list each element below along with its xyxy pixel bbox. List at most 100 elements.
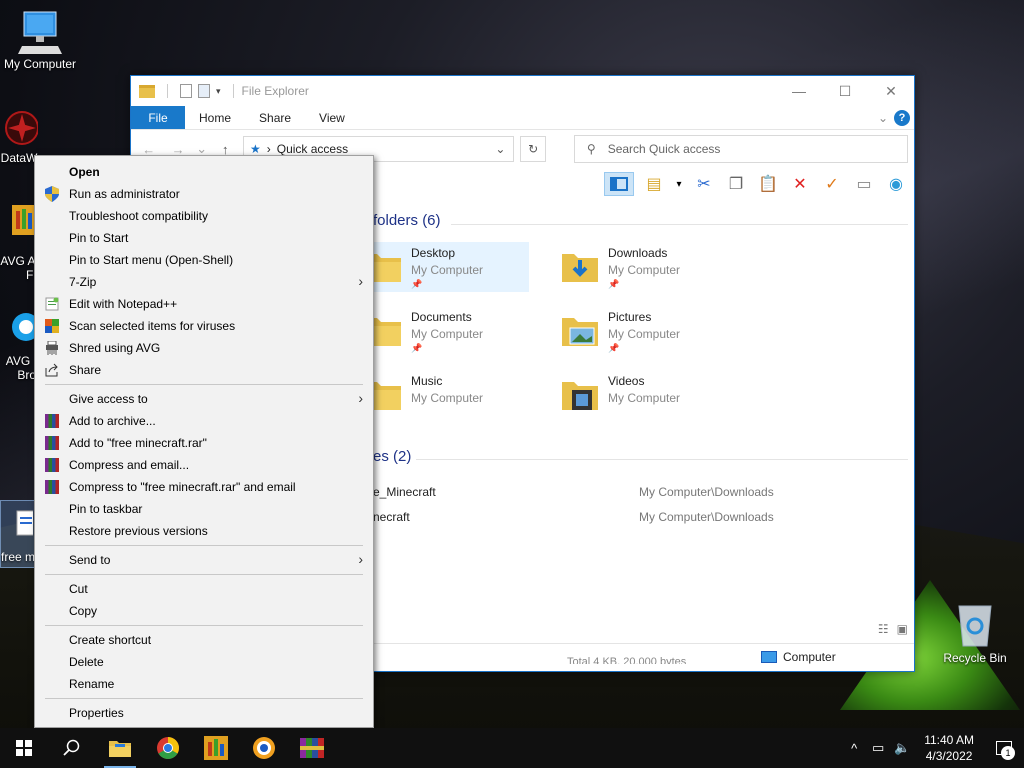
- large-icons-view-icon[interactable]: ▣: [897, 622, 908, 636]
- menu-item-notepad-plus[interactable]: Edit with Notepad++: [35, 293, 373, 315]
- checkmark-icon[interactable]: ✓: [820, 172, 844, 196]
- globe-icon[interactable]: ◉: [884, 172, 908, 196]
- menu-item-scan-viruses[interactable]: Scan selected items for viruses: [35, 315, 373, 337]
- desktop-icon-label: My Computer: [3, 57, 77, 71]
- menu-item-open[interactable]: Open: [35, 161, 373, 183]
- clock[interactable]: 11:40 AM 4/3/2022: [914, 732, 984, 764]
- properties-toolbar-icon[interactable]: ▤: [642, 172, 666, 196]
- taskbar-winrar[interactable]: [288, 728, 336, 768]
- menu-item-create-shortcut[interactable]: Create shortcut: [35, 629, 373, 651]
- menu-item-pin-open-shell[interactable]: Pin to Start menu (Open-Shell): [35, 249, 373, 271]
- menu-item-troubleshoot[interactable]: Troubleshoot compatibility: [35, 205, 373, 227]
- recent-file-path: My Computer\Downloads: [639, 485, 774, 499]
- menu-item-rename[interactable]: Rename: [35, 673, 373, 695]
- start-button[interactable]: [0, 728, 48, 768]
- breadcrumb[interactable]: Quick access: [277, 142, 348, 156]
- winrar-icon: [35, 414, 69, 428]
- taskbar-avg[interactable]: [192, 728, 240, 768]
- recent-file-name[interactable]: e_Minecraft: [373, 485, 436, 499]
- copy-icon[interactable]: ❐: [724, 172, 748, 196]
- search-button[interactable]: [48, 728, 96, 768]
- search-input[interactable]: ⚲ Search Quick access: [573, 135, 909, 163]
- toolbar-dropdown-icon[interactable]: ▾: [674, 172, 684, 196]
- minimize-button[interactable]: —: [776, 76, 822, 106]
- menu-item-properties[interactable]: Properties: [35, 702, 373, 724]
- address-dropdown-icon[interactable]: ⌄: [495, 142, 513, 156]
- cut-icon[interactable]: ✂: [692, 172, 716, 196]
- menu-item-copy[interactable]: Copy: [35, 600, 373, 622]
- folder-desktop[interactable]: Desktop My Computer 📌: [359, 242, 529, 292]
- close-button[interactable]: ✕: [868, 76, 914, 106]
- menu-item-compress-rar-email[interactable]: Compress to "free minecraft.rar" and ema…: [35, 476, 373, 498]
- menu-item-restore-versions[interactable]: Restore previous versions: [35, 520, 373, 542]
- taskbar-avg-browser[interactable]: [240, 728, 288, 768]
- preview-pane-icon[interactable]: [604, 172, 634, 196]
- desktop-icon-dataw[interactable]: DataW: [0, 108, 39, 165]
- menu-item-7zip[interactable]: 7-Zip ›: [35, 271, 373, 293]
- folder-pictures[interactable]: Pictures My Computer 📌: [556, 306, 726, 356]
- folder-name: Documents: [411, 310, 472, 324]
- folder-downloads[interactable]: Downloads My Computer 📌: [556, 242, 726, 292]
- chevron-up-icon[interactable]: ^: [842, 741, 866, 756]
- menu-item-add-to-archive[interactable]: Add to archive...: [35, 410, 373, 432]
- submenu-arrow-icon: ›: [358, 551, 363, 567]
- tab-share[interactable]: Share: [245, 106, 305, 129]
- menu-item-pin-taskbar[interactable]: Pin to taskbar: [35, 498, 373, 520]
- menu-item-add-to-rar[interactable]: Add to "free minecraft.rar": [35, 432, 373, 454]
- network-icon[interactable]: ▭: [866, 740, 890, 756]
- rename-icon[interactable]: ▭: [852, 172, 876, 196]
- frequent-folders-header[interactable]: folders (6): [373, 212, 441, 229]
- expand-ribbon-icon[interactable]: ⌄: [878, 111, 888, 125]
- menu-item-send-to[interactable]: Send to ›: [35, 549, 373, 571]
- pictures-folder-icon: [560, 310, 600, 350]
- desktop-icon-label: Recycle Bin: [943, 651, 1007, 665]
- folder-location: My Computer: [608, 263, 681, 277]
- desktop-icon-free-minecraft[interactable]: free m: [0, 500, 36, 568]
- menu-item-share[interactable]: Share: [35, 359, 373, 381]
- folder-location: My Computer: [411, 327, 484, 341]
- paste-icon[interactable]: 📋: [756, 172, 780, 196]
- folder-videos[interactable]: Videos My Computer: [556, 370, 726, 420]
- folder-location: My Computer: [411, 391, 484, 405]
- pin-icon: 📌: [608, 279, 620, 289]
- winrar-icon: [35, 436, 69, 450]
- desktop-icon-avg-browser[interactable]: AVG Bro: [0, 305, 40, 382]
- menu-separator: [45, 574, 363, 575]
- desktop-icon-recycle-bin[interactable]: Recycle Bin: [940, 600, 1010, 665]
- maximize-button[interactable]: ☐: [822, 76, 868, 106]
- new-folder-icon[interactable]: [198, 84, 210, 98]
- properties-icon[interactable]: [180, 84, 192, 98]
- windows-icon: [16, 740, 32, 756]
- winrar-icon: [300, 738, 324, 758]
- menu-item-compress-email[interactable]: Compress and email...: [35, 454, 373, 476]
- desktop-icon-avg-antivirus[interactable]: AVG A Fi: [0, 205, 36, 282]
- menu-item-run-as-admin[interactable]: Run as administrator: [35, 183, 373, 205]
- customize-qat-icon[interactable]: ▾: [216, 86, 221, 97]
- desktop-icon-my-computer[interactable]: My Computer: [0, 8, 80, 71]
- details-view-icon[interactable]: ☷: [878, 622, 889, 636]
- tab-view[interactable]: View: [305, 106, 359, 129]
- taskbar-chrome[interactable]: [144, 728, 192, 768]
- recent-files-header[interactable]: es (2): [373, 448, 411, 465]
- tab-file[interactable]: File: [131, 106, 185, 129]
- pin-icon: 📌: [411, 343, 423, 353]
- recent-file-name[interactable]: necraft: [373, 510, 410, 524]
- menu-item-delete[interactable]: Delete: [35, 651, 373, 673]
- help-icon[interactable]: ?: [894, 109, 910, 126]
- desktop-icon-label: free m: [1, 550, 36, 564]
- notification-center-button[interactable]: 1: [984, 728, 1024, 768]
- folder-documents[interactable]: Documents My Computer 📌: [359, 306, 529, 356]
- folder-music[interactable]: Music My Computer: [359, 370, 529, 420]
- menu-item-cut[interactable]: Cut: [35, 578, 373, 600]
- delete-icon[interactable]: ✕: [788, 172, 812, 196]
- avg-scan-icon: [35, 319, 69, 333]
- menu-item-pin-to-start[interactable]: Pin to Start: [35, 227, 373, 249]
- volume-icon[interactable]: 🔈: [890, 740, 914, 756]
- dataw-icon: [5, 111, 39, 145]
- tab-home[interactable]: Home: [185, 106, 245, 129]
- taskbar-file-explorer[interactable]: [96, 728, 144, 768]
- winrar-icon: [35, 480, 69, 494]
- menu-item-give-access[interactable]: Give access to ›: [35, 388, 373, 410]
- menu-item-shred-avg[interactable]: Shred using AVG: [35, 337, 373, 359]
- refresh-button[interactable]: ↻: [520, 136, 546, 162]
